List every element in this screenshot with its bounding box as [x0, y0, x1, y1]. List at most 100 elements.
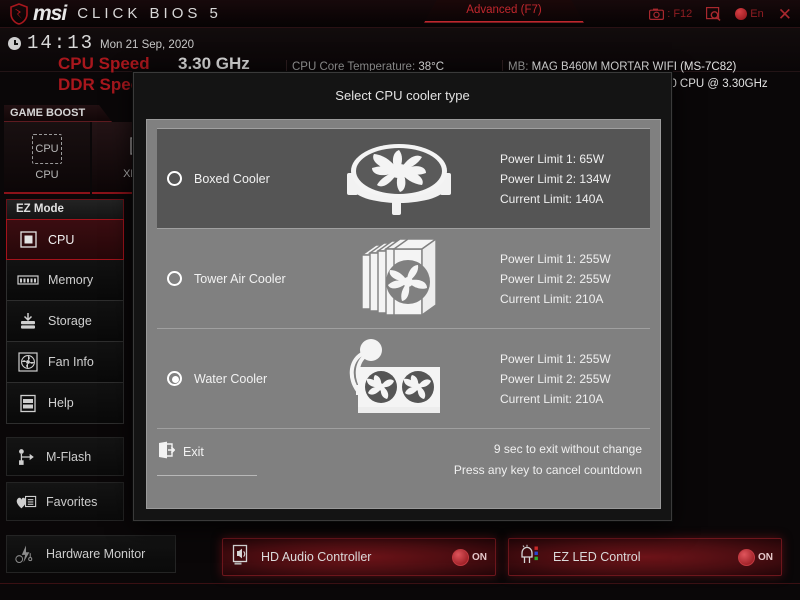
sidebar-item-cpu-label: CPU: [48, 232, 75, 247]
sidebar-item-fan-info[interactable]: Fan Info: [6, 342, 124, 383]
toggle-hd-audio-controller[interactable]: HD Audio Controller ON: [222, 538, 496, 576]
tab-advanced-label: Advanced (F7): [466, 4, 542, 16]
sidebar-nav: CPU Memory Storage Fan Info Help M-Flash…: [6, 219, 124, 527]
spec-line: Power Limit 2: 134W: [500, 171, 611, 186]
cpu-chip-icon: CPU: [32, 133, 62, 164]
cooler-option-water-label: Water Cooler: [194, 371, 268, 386]
favorites-heart-icon: [15, 492, 37, 512]
spec-line: Power Limit 2: 255W: [500, 271, 611, 286]
screenshot-hotkey-label: : F12: [667, 8, 693, 20]
exit-button[interactable]: Exit: [157, 441, 277, 462]
cpu-icon: [17, 230, 39, 250]
countdown-line-1: 9 sec to exit without change: [493, 442, 642, 456]
cooler-option-boxed-label: Boxed Cooler: [194, 171, 270, 186]
sidebar-item-memory-label: Memory: [48, 273, 94, 287]
memory-icon: [17, 270, 39, 290]
camera-icon: [649, 8, 665, 20]
cooler-option-tower-air[interactable]: Tower Air Cooler Power Limit 1: 255W Pow…: [157, 228, 650, 328]
speaker-icon: [231, 544, 251, 571]
toggle-knob-icon: [738, 548, 755, 566]
clock-block: 14:13 Mon 21 Sep, 2020: [8, 32, 194, 54]
status-info-strip: 14:13 Mon 21 Sep, 2020 CPU Speed 3.30 GH…: [0, 28, 800, 94]
spec-line: Power Limit 1: 255W: [500, 251, 611, 266]
bottom-divider: [0, 583, 800, 584]
cooler-option-boxed[interactable]: Boxed Cooler Power Limit 1: 65W Power Li…: [157, 128, 650, 228]
game-boost-label: GAME BOOST: [4, 105, 112, 122]
spec-line: Current Limit: 210A: [500, 291, 604, 306]
msi-dragon-shield-icon: [10, 3, 28, 25]
tab-advanced-mode[interactable]: Advanced (F7): [424, 0, 584, 23]
cooler-option-water-specs: Power Limit 1: 255W Power Limit 2: 255W …: [500, 349, 611, 409]
spec-line: Power Limit 2: 255W: [500, 371, 611, 386]
radio-boxed-cooler[interactable]: [167, 171, 182, 186]
sidebar-item-cpu[interactable]: CPU: [6, 219, 124, 260]
cpu-cooler-dialog: Select CPU cooler type Boxed Cooler Powe…: [133, 72, 672, 521]
system-time[interactable]: 14:13: [27, 32, 94, 54]
boxed-cooler-icon: [314, 133, 484, 225]
search-icon: [706, 7, 721, 21]
clock-icon: [8, 36, 21, 50]
sidebar-item-storage[interactable]: Storage: [6, 301, 124, 342]
tower-air-cooler-icon: [314, 233, 484, 325]
sidebar-item-m-flash[interactable]: M-Flash: [6, 437, 124, 476]
toggle-ez-led-control[interactable]: EZ LED Control ON: [508, 538, 782, 576]
radio-water-cooler[interactable]: [167, 371, 182, 386]
cooler-option-tower-air-label: Tower Air Cooler: [194, 271, 286, 286]
cooler-option-tower-air-specs: Power Limit 1: 255W Power Limit 2: 255W …: [500, 249, 611, 309]
close-icon[interactable]: ✕: [778, 6, 792, 23]
exit-icon: [157, 441, 176, 462]
sidebar-item-favorites[interactable]: Favorites: [6, 482, 124, 521]
click-bios-5-title: CLICK BIOS 5: [77, 5, 222, 22]
cpu-speed-value: 3.30 GHz: [178, 54, 250, 73]
game-boost-tab-cpu-label: CPU: [35, 168, 59, 181]
globe-icon: [735, 8, 748, 20]
spec-line: Power Limit 1: 65W: [500, 151, 605, 166]
search-button[interactable]: [706, 7, 721, 21]
top-header-bar: msi CLICK BIOS 5 Advanced (F7) : F12 En …: [0, 0, 800, 28]
language-label: En: [750, 8, 764, 20]
radio-tower-air-cooler[interactable]: [167, 271, 182, 286]
ez-mode-header: EZ Mode: [6, 199, 124, 219]
game-boost-tab-cpu[interactable]: CPU CPU: [4, 122, 90, 194]
fan-icon: [17, 352, 39, 372]
toggle-hd-audio-switch[interactable]: ON: [452, 548, 487, 566]
header-actions: : F12 En ✕: [649, 0, 792, 28]
sidebar-item-favorites-label: Favorites: [46, 494, 98, 509]
toggle-ez-led-state: ON: [758, 551, 773, 563]
sidebar-item-storage-label: Storage: [48, 314, 92, 328]
toggle-hd-audio-label: HD Audio Controller: [261, 550, 372, 564]
spec-line: Current Limit: 140A: [500, 191, 604, 206]
sidebar-item-memory[interactable]: Memory: [6, 260, 124, 301]
tab-underline: [424, 21, 584, 22]
msi-wordmark: msi: [33, 2, 67, 25]
toggle-ez-led-switch[interactable]: ON: [738, 548, 773, 566]
dialog-footer: Exit 9 sec to exit without change Press …: [157, 428, 650, 500]
toggle-knob-icon: [452, 548, 469, 566]
screenshot-button[interactable]: : F12: [649, 8, 692, 20]
language-selector[interactable]: En: [735, 8, 764, 20]
exit-underline: [157, 475, 257, 476]
usb-flash-icon: [15, 447, 37, 467]
sidebar-item-help[interactable]: Help: [6, 383, 124, 424]
exit-button-label: Exit: [183, 444, 204, 459]
countdown-text: 9 sec to exit without change Press any k…: [454, 439, 642, 481]
sidebar-item-help-label: Help: [48, 396, 74, 410]
cooler-option-boxed-specs: Power Limit 1: 65W Power Limit 2: 134W C…: [500, 149, 611, 209]
bios-screen: msi CLICK BIOS 5 Advanced (F7) : F12 En …: [0, 0, 800, 600]
dialog-title: Select CPU cooler type: [335, 88, 470, 103]
spec-line: Current Limit: 210A: [500, 391, 604, 406]
system-date[interactable]: Mon 21 Sep, 2020: [100, 39, 194, 51]
water-cooler-icon: [314, 333, 484, 425]
bottom-toggle-bar: HD Audio Controller ON EZ LED Control ON: [0, 527, 800, 600]
msi-logo: msi CLICK BIOS 5: [10, 2, 222, 26]
spec-line: Power Limit 1: 255W: [500, 351, 611, 366]
sidebar-item-m-flash-label: M-Flash: [46, 449, 92, 464]
dialog-body: Boxed Cooler Power Limit 1: 65W Power Li…: [146, 119, 661, 509]
cpu-speed-label: CPU Speed: [58, 54, 150, 73]
cooler-option-water[interactable]: Water Cooler Power Limit 1: 255W Power L…: [157, 328, 650, 428]
storage-icon: [17, 311, 39, 331]
sidebar-item-fan-info-label: Fan Info: [48, 355, 94, 369]
countdown-line-2: Press any key to cancel countdown: [453, 463, 642, 477]
hotkey-icon: [17, 393, 39, 413]
